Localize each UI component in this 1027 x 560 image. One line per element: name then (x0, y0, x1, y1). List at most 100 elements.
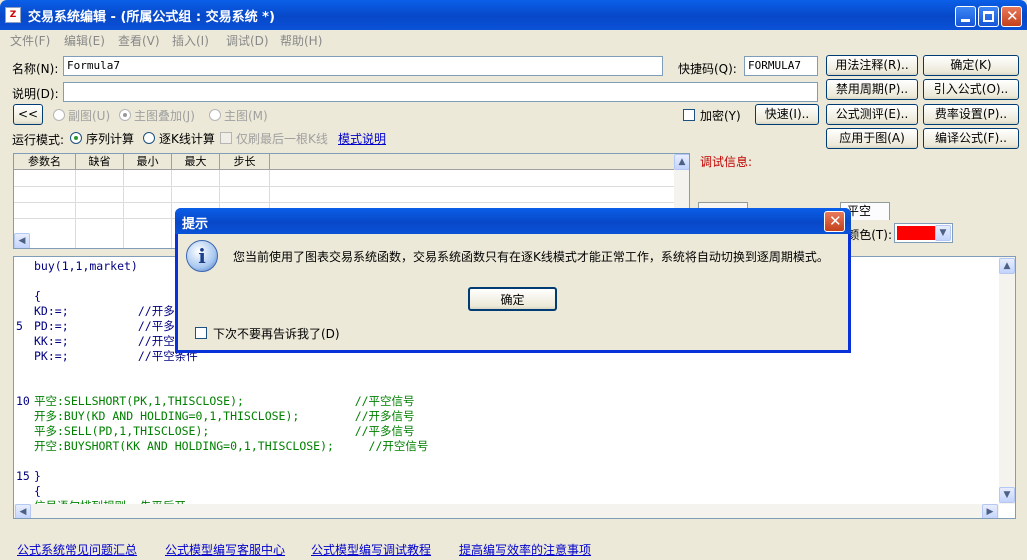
code-text: 平空:SELLSHORT(PK,1,THISCLOSE); //平空信号 (34, 394, 415, 408)
code-line[interactable]: 开多:BUY(KD AND HOLDING=0,1,THISCLOSE); //… (14, 409, 999, 424)
no-remind-label: 下次不要再告诉我了(D) (213, 327, 340, 341)
scroll-left-icon[interactable]: ◀ (14, 233, 30, 248)
last-bar-label: 仅刷最后一根K线 (236, 132, 328, 146)
chevron-down-icon[interactable]: ▼ (935, 225, 951, 241)
formula-test-button[interactable]: 公式测评(E).. (826, 104, 918, 125)
editor-scroll-up-icon[interactable]: ▲ (999, 258, 1015, 274)
code-line[interactable] (14, 364, 999, 379)
minimize-button[interactable] (955, 6, 976, 27)
seq-calc-radio[interactable] (70, 132, 82, 144)
code-text: KK:=; //开空条件 (34, 334, 198, 348)
code-line[interactable]: { (14, 484, 999, 499)
mode-help-link[interactable]: 模式说明 (338, 130, 386, 147)
apply-chart-button[interactable]: 应用于图(A) (826, 128, 918, 149)
window-title: 交易系统编辑 - (所属公式组 : 交易系统 *) (28, 10, 275, 25)
line-number: 15 (16, 469, 30, 483)
subchart-radio[interactable] (53, 109, 65, 121)
usage-note-button[interactable]: 用法注释(R).. (826, 55, 918, 76)
info-icon: i (186, 240, 218, 272)
disable-period-button[interactable]: 禁用周期(P).. (826, 79, 918, 100)
overlay-radio[interactable] (119, 109, 131, 121)
code-line[interactable]: 平多:SELL(PD,1,THISCLOSE); //平多信号 (14, 424, 999, 439)
close-button[interactable]: ✕ (1001, 6, 1022, 27)
param-header-blank (270, 154, 674, 170)
hotkey-label: 快捷码(Q): (678, 62, 737, 76)
bar-calc-label: 逐K线计算 (159, 132, 215, 146)
run-mode-label: 运行模式: (12, 133, 65, 147)
param-header-default[interactable]: 缺省 (76, 154, 124, 170)
desc-label: 说明(D): (12, 87, 59, 101)
editor-scroll-right-icon[interactable]: ▶ (982, 504, 998, 518)
menu-help[interactable]: 帮助(H) (280, 32, 322, 49)
code-text: 平多:SELL(PD,1,THISCLOSE); //平多信号 (34, 424, 415, 438)
menu-insert[interactable]: 插入(I) (172, 32, 209, 49)
bar-calc-radio[interactable] (143, 132, 155, 144)
param-header-step[interactable]: 步长 (220, 154, 270, 170)
code-line[interactable]: 开空:BUYSHORT(KK AND HOLDING=0,1,THISCLOSE… (14, 439, 999, 454)
dialog-message: 您当前使用了图表交易系统函数，交易系统函数只有在逐K线模式才能正常工作，系统将自… (233, 250, 829, 264)
dialog-close-button[interactable]: ✕ (824, 211, 845, 232)
grid-col-line (123, 170, 124, 248)
editor-h-scrollbar[interactable] (14, 504, 999, 518)
close-icon: ✕ (829, 212, 842, 230)
code-text: { (34, 289, 41, 303)
title-bar: Z 交易系统编辑 - (所属公式组 : 交易系统 *) ✕ (0, 0, 1027, 30)
name-label: 名称(N): (12, 62, 59, 76)
dialog-ok-button[interactable]: 确定 (468, 287, 557, 311)
import-formula-button[interactable]: 引入公式(O).. (923, 79, 1019, 100)
code-text: PD:=; //平多条件 (34, 319, 198, 333)
code-line[interactable]: 10 平空:SELLSHORT(PK,1,THISCLOSE); //平空信号 (14, 394, 999, 409)
footer-link-tutorial[interactable]: 公式模型编写调试教程 (311, 541, 431, 558)
menu-view[interactable]: 查看(V) (118, 32, 160, 49)
code-text: } (34, 469, 41, 483)
grid-row-line (14, 202, 674, 203)
editor-v-scrollbar[interactable] (999, 257, 1015, 504)
hotkey-input[interactable]: FORMULA7 (744, 56, 818, 76)
formula-app-icon[interactable]: Z (5, 7, 21, 23)
mainchart-radio[interactable] (209, 109, 221, 121)
dialog-title: 提示 (182, 217, 209, 232)
ok-button[interactable]: 确定(K) (923, 55, 1019, 76)
maximize-icon (983, 11, 994, 22)
code-line[interactable] (14, 379, 999, 394)
color-swatch (897, 226, 935, 240)
collapse-button[interactable]: << (13, 104, 43, 125)
code-text: 开空:BUYSHORT(KK AND HOLDING=0,1,THISCLOSE… (34, 439, 429, 453)
name-input[interactable]: Formula7 (63, 56, 663, 76)
color-select[interactable]: ▼ (894, 223, 953, 243)
line-number: 10 (16, 394, 30, 408)
footer-link-support[interactable]: 公式模型编写客服中心 (165, 541, 285, 558)
fee-settings-button[interactable]: 费率设置(P).. (923, 104, 1019, 125)
grid-col-line (75, 170, 76, 248)
overlay-label: 主图叠加(J) (134, 109, 195, 123)
code-line[interactable] (14, 454, 999, 469)
code-text: KD:=; //开多条件 (34, 304, 198, 318)
maximize-button[interactable] (978, 6, 999, 27)
code-line[interactable]: 15} (14, 469, 999, 484)
param-header-min[interactable]: 最小 (124, 154, 172, 170)
last-bar-checkbox[interactable] (220, 132, 232, 144)
desc-input[interactable] (63, 82, 818, 102)
grid-row-line (14, 186, 674, 187)
menu-edit[interactable]: 编辑(E) (64, 32, 105, 49)
line-number: 5 (16, 319, 23, 333)
param-header-name[interactable]: 参数名 (14, 154, 76, 170)
param-header-max[interactable]: 最大 (172, 154, 220, 170)
encrypt-checkbox[interactable] (683, 109, 695, 121)
dialog-title-bar: 提示 ✕ (175, 208, 851, 234)
grid-col-line (171, 170, 172, 248)
footer-link-tips[interactable]: 提高编写效率的注意事项 (459, 541, 591, 558)
menu-debug[interactable]: 调试(D) (226, 32, 269, 49)
shortcut-button[interactable]: 快速(I).. (755, 104, 819, 125)
no-remind-checkbox[interactable] (195, 327, 207, 339)
code-text: { (34, 484, 41, 498)
mainchart-label: 主图(M) (224, 109, 268, 123)
menu-file[interactable]: 文件(F) (10, 32, 50, 49)
scroll-up-icon[interactable]: ▲ (674, 154, 689, 170)
editor-scroll-down-icon[interactable]: ▼ (999, 487, 1015, 503)
encrypt-label: 加密(Y) (700, 109, 741, 123)
footer-link-faq[interactable]: 公式系统常见问题汇总 (17, 541, 137, 558)
editor-scroll-left-icon[interactable]: ◀ (15, 504, 31, 518)
code-text: buy(1,1,market) (34, 259, 138, 273)
compile-formula-button[interactable]: 编译公式(F).. (923, 128, 1019, 149)
